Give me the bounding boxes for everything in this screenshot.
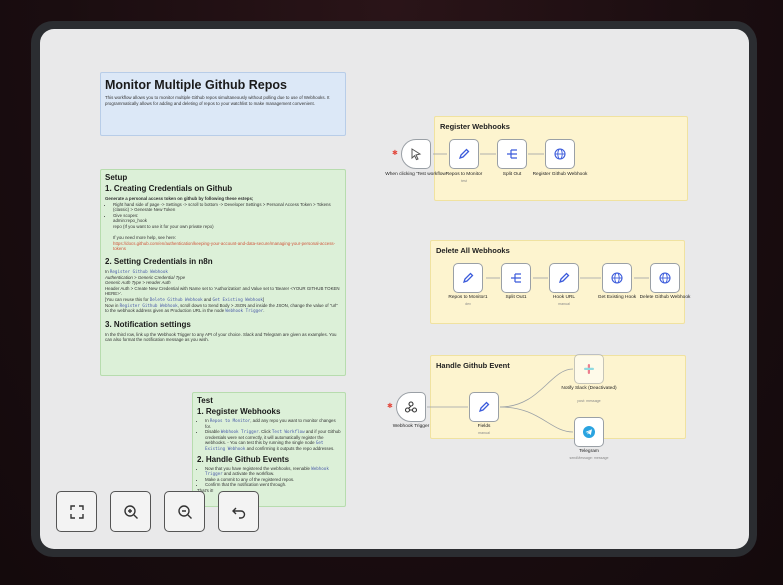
fit-view-button[interactable] [56, 491, 97, 532]
node-register-webhook[interactable] [545, 139, 575, 169]
node-telegram[interactable] [574, 417, 604, 447]
node-webhook-trigger[interactable] [396, 392, 426, 422]
sub-telegram: sendMessage: message [569, 456, 609, 460]
label-delete-webhook: Delete Github Webhook [639, 295, 691, 300]
node-split-out[interactable] [497, 139, 527, 169]
pencil-icon [478, 401, 490, 413]
webhook-icon [404, 401, 418, 413]
zoom-in-icon [123, 504, 138, 519]
node-hook-url[interactable] [549, 263, 579, 293]
sub-fields: manual [478, 431, 490, 435]
label-telegram: Telegram [579, 449, 599, 454]
globe-icon [659, 272, 671, 284]
cursor-icon [411, 148, 422, 161]
pencil-icon [462, 272, 474, 284]
sub-hook-url: manual [558, 302, 570, 306]
label-notify-slack: Notify Slack (Deactivated) [561, 386, 617, 391]
globe-icon [611, 272, 623, 284]
node-split-out1[interactable] [501, 263, 531, 293]
node-repos-to-monitor1[interactable] [453, 263, 483, 293]
node-manual-trigger[interactable] [401, 139, 431, 169]
pencil-icon [558, 272, 570, 284]
label-webhook-trigger: Webhook Trigger [392, 424, 430, 429]
trigger-bolt-icon: ✱ [392, 150, 398, 157]
globe-icon [554, 148, 566, 160]
webhook-bolt-icon: ✱ [387, 403, 393, 410]
workflow-canvas[interactable]: Monitor Multiple Github Repos This workf… [40, 29, 749, 549]
zoom-in-button[interactable] [110, 491, 151, 532]
sub-notify-slack: post: message [577, 399, 601, 403]
undo-icon [231, 507, 245, 519]
label-fields: Fields [477, 424, 491, 429]
split-icon [507, 149, 517, 159]
split-icon [511, 273, 521, 283]
pencil-icon [458, 148, 470, 160]
sub-repos-to-monitor: test [461, 179, 467, 183]
node-fields[interactable] [469, 392, 499, 422]
node-get-existing-hook[interactable] [602, 263, 632, 293]
node-repos-to-monitor[interactable] [449, 139, 479, 169]
connections-layer [427, 153, 649, 433]
sub-repos-to-monitor1: dev [465, 302, 471, 306]
zoom-out-button[interactable] [164, 491, 205, 532]
slack-icon [584, 364, 594, 374]
node-delete-webhook[interactable] [650, 263, 680, 293]
telegram-icon [583, 426, 595, 438]
node-notify-slack[interactable] [574, 354, 604, 384]
fit-view-icon [69, 504, 84, 519]
zoom-out-icon [177, 504, 192, 519]
label-register-webhook: Register Github Webhook [532, 172, 588, 177]
reset-zoom-button[interactable] [218, 491, 259, 532]
